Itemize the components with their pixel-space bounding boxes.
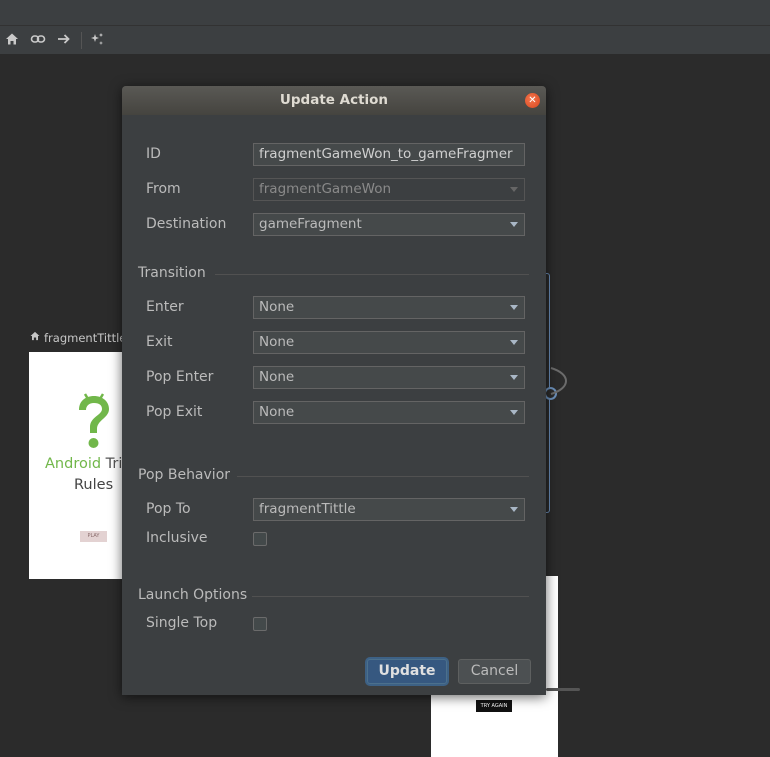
destination-select[interactable]: gameFragment xyxy=(253,213,525,236)
dialog-title: Update Action xyxy=(279,92,389,108)
play-button-preview: PLAY xyxy=(80,531,107,542)
pop-exit-label: Pop Exit xyxy=(146,404,203,420)
close-button[interactable]: ✕ xyxy=(525,93,540,108)
android-trivia-title: Android Tri xyxy=(45,456,123,472)
exit-label: Exit xyxy=(146,334,173,350)
inclusive-checkbox[interactable] xyxy=(253,532,267,546)
fragment-title-label[interactable]: fragmentTittle xyxy=(29,330,126,345)
id-label: ID xyxy=(146,146,161,162)
cancel-button[interactable]: Cancel xyxy=(458,659,531,684)
chevron-down-icon xyxy=(510,305,518,310)
exit-value: None xyxy=(259,334,295,350)
inclusive-label: Inclusive xyxy=(146,530,208,546)
enter-value: None xyxy=(259,299,295,315)
pop-to-value: fragmentTittle xyxy=(259,501,356,517)
home-icon[interactable] xyxy=(4,31,22,49)
try-again-button-preview: TRY AGAIN xyxy=(476,700,512,712)
single-top-checkbox[interactable] xyxy=(253,617,267,631)
section-divider xyxy=(215,274,529,275)
pop-enter-label: Pop Enter xyxy=(146,369,214,385)
title-bar xyxy=(0,0,770,26)
enter-select[interactable]: None xyxy=(253,296,525,319)
chevron-down-icon xyxy=(510,222,518,227)
rules-title: Rules xyxy=(74,477,114,493)
chevron-down-icon xyxy=(510,507,518,512)
toolbar-separator xyxy=(81,32,82,49)
pop-behavior-section-header: Pop Behavior xyxy=(138,467,231,483)
destination-label: Destination xyxy=(146,216,227,232)
question-mark-icon xyxy=(74,392,114,456)
from-value: fragmentGameWon xyxy=(259,181,392,197)
pop-exit-select[interactable]: None xyxy=(253,401,525,424)
link-icon[interactable] xyxy=(30,31,48,49)
pop-to-select[interactable]: fragmentTittle xyxy=(253,498,525,521)
update-action-dialog: Update Action ✕ ID fragmentGameWon_to_ga… xyxy=(122,86,546,695)
id-field[interactable]: fragmentGameWon_to_gameFragmer xyxy=(253,143,525,166)
action-arrow xyxy=(546,688,580,691)
from-label: From xyxy=(146,181,181,197)
auto-arrange-icon[interactable] xyxy=(89,31,107,49)
destination-value: gameFragment xyxy=(259,216,362,232)
from-select: fragmentGameWon xyxy=(253,178,525,201)
single-top-label: Single Top xyxy=(146,615,218,631)
pop-exit-value: None xyxy=(259,404,295,420)
chevron-down-icon xyxy=(510,410,518,415)
fragment-name: fragmentTittle xyxy=(44,330,127,345)
dialog-title-bar: Update Action ✕ xyxy=(122,86,546,115)
launch-options-section-header: Launch Options xyxy=(138,587,248,603)
chevron-down-icon xyxy=(510,340,518,345)
section-divider xyxy=(237,476,529,477)
exit-select[interactable]: None xyxy=(253,331,525,354)
self-action-arc xyxy=(550,367,567,395)
update-button[interactable]: Update xyxy=(367,659,447,684)
arrow-right-icon[interactable] xyxy=(56,31,74,49)
home-icon xyxy=(29,330,41,345)
pop-enter-value: None xyxy=(259,369,295,385)
pop-to-label: Pop To xyxy=(146,501,191,517)
close-icon: ✕ xyxy=(528,95,537,106)
nav-editor-toolbar xyxy=(0,26,770,55)
pop-enter-select[interactable]: None xyxy=(253,366,525,389)
enter-label: Enter xyxy=(146,299,184,315)
section-divider xyxy=(252,596,529,597)
chevron-down-icon xyxy=(510,375,518,380)
chevron-down-icon xyxy=(510,187,518,192)
transition-section-header: Transition xyxy=(138,265,206,281)
